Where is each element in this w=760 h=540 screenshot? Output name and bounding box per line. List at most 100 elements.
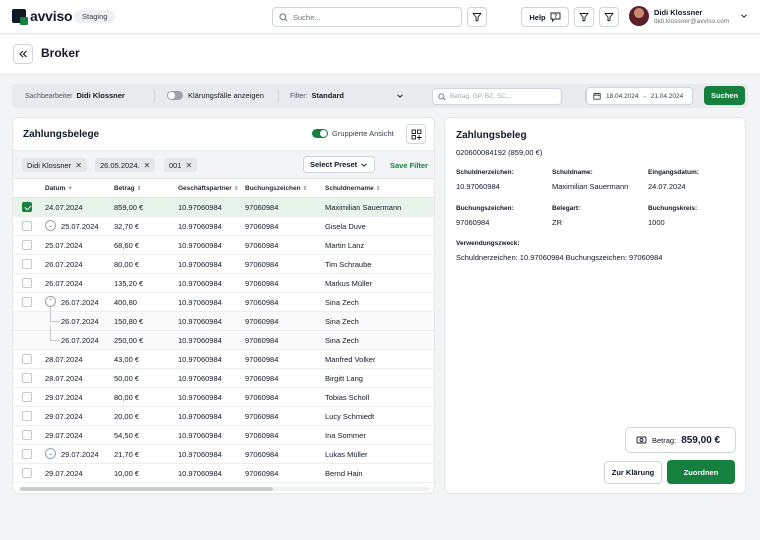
cell-amount: 32,70 €: [114, 222, 140, 231]
expand-chevron-icon[interactable]: ⌄: [45, 220, 56, 231]
filter-preset-select[interactable]: Filter: Standard: [290, 91, 344, 100]
cell-debtor: Markus Müller: [325, 279, 373, 288]
cell-debtor: Tobias Scholl: [325, 393, 370, 402]
close-icon[interactable]: ✕: [144, 161, 151, 170]
clarification-toggle[interactable]: [167, 91, 183, 100]
clerk-value: Didi Klossner: [76, 91, 125, 100]
help-button[interactable]: Help ?: [521, 7, 569, 27]
booking-circle-value: 1000: [648, 218, 665, 227]
back-button[interactable]: [13, 44, 33, 64]
scrollbar-thumb[interactable]: [20, 487, 273, 491]
row-checkbox[interactable]: [22, 202, 32, 212]
filter-chip[interactable]: 001 ✕: [164, 158, 198, 172]
table-row[interactable]: ⌄ 29.07.2024 21,70 € 10.97060984 97060984 Luk…: [13, 445, 434, 464]
expand-chevron-icon[interactable]: ⌄: [45, 448, 56, 459]
cell-partner: 10.97060984: [178, 279, 222, 288]
grouped-view-toggle[interactable]: [312, 129, 328, 138]
table-row[interactable]: 24.07.2024 859,00 € 10.97060984 97060984 Max…: [13, 198, 434, 217]
divider: [154, 90, 155, 102]
cell-partner: 10.97060984: [178, 298, 222, 307]
cell-amount: 54,50 €: [114, 431, 140, 440]
row-checkbox[interactable]: [22, 297, 32, 307]
global-search-input[interactable]: Suche...: [272, 7, 462, 27]
table-row[interactable]: 29.07.2024 80,00 € 10.97060984 97060984 Tobi…: [13, 388, 434, 407]
date-range-picker[interactable]: 18.04.2024 - 21.04.2024: [586, 87, 693, 105]
row-checkbox[interactable]: [22, 221, 32, 231]
tree-connector: [50, 326, 60, 341]
cell-partner: 10.97060984: [178, 469, 222, 478]
table-row[interactable]: ⌄ 25.07.2024 32,70 € 10.97060984 97060984 Gis…: [13, 217, 434, 236]
filter-button-2[interactable]: [574, 7, 594, 27]
table-row[interactable]: 26.07.2024 80,00 € 10.97060984 97060984 Tim …: [13, 255, 434, 274]
column-partner[interactable]: Geschäftspartner ⇕: [178, 185, 239, 192]
top-bar: avviso Staging Suche... Help ? Didi Klos…: [0, 0, 760, 34]
grid-settings-icon: [411, 129, 422, 140]
clerk-select[interactable]: Sachbearbeiter Didi Klossner: [25, 91, 125, 100]
table-row[interactable]: 28.07.2024 43,00 € 10.97060984 97060984 Manf…: [13, 350, 434, 369]
cell-amount: 20,00 €: [114, 412, 140, 421]
column-amount[interactable]: Betrag ⇕: [114, 185, 142, 192]
cell-amount: 68,60 €: [114, 241, 140, 250]
global-filter-button[interactable]: [467, 7, 487, 27]
cell-debtor: Bernd Hain: [325, 469, 363, 478]
cell-amount: 50,00 €: [114, 374, 140, 383]
cell-date: 26.07.2024: [61, 317, 99, 326]
sort-icon: ⇕: [302, 186, 308, 192]
select-preset-dropdown[interactable]: Select Preset: [303, 156, 375, 173]
cell-amount: 43,00 €: [114, 355, 140, 364]
row-checkbox[interactable]: [22, 430, 32, 440]
filter-search-input[interactable]: Betrag, GP, BZ, SC...: [432, 88, 562, 105]
cell-date: 28.07.2024: [45, 355, 83, 364]
clarify-button[interactable]: Zur Klärung: [604, 461, 662, 484]
sort-icon: ⇕: [375, 186, 381, 192]
horizontal-scrollbar[interactable]: [20, 487, 430, 491]
cell-debtor: Sina Zech: [325, 317, 359, 326]
cell-partner: 10.97060984: [178, 241, 222, 250]
receipt-date-label: Eingangsdatum:: [648, 169, 699, 176]
row-checkbox[interactable]: [22, 411, 32, 421]
filter-button-3[interactable]: [599, 7, 619, 27]
table-row[interactable]: 26.07.2024 250,00 € 10.97060984 97060984 Sin…: [13, 326, 434, 350]
table-row[interactable]: 25.07.2024 68,60 € 10.97060984 97060984 Mart…: [13, 236, 434, 255]
layout-settings-button[interactable]: [406, 124, 426, 144]
table-row[interactable]: 29.07.2024 54,50 € 10.97060984 97060984 Ina …: [13, 426, 434, 445]
cell-date: 29.07.2024: [45, 412, 83, 421]
column-booking[interactable]: Buchungszeichen ⇕: [245, 185, 308, 192]
column-date[interactable]: Datum ▼: [45, 185, 73, 192]
close-icon[interactable]: ✕: [75, 161, 82, 170]
assign-button[interactable]: Zuordnen: [667, 460, 735, 484]
table-row[interactable]: 29.07.2024 10,00 € 10.97060984 97060984 Bern…: [13, 464, 434, 483]
document-type-label: Belegart:: [552, 205, 581, 212]
purpose-value: Schuldnerzeichen: 10.97060984 Buchungsze…: [456, 253, 663, 262]
row-checkbox[interactable]: [22, 240, 32, 250]
table-row[interactable]: 26.07.2024 150,80 € 10.97060984 97060984 Sin…: [13, 307, 434, 331]
cell-partner: 10.97060984: [178, 336, 222, 345]
row-checkbox[interactable]: [22, 278, 32, 288]
table-row[interactable]: 29.07.2024 20,00 € 10.97060984 97060984 Lucy…: [13, 407, 434, 426]
save-filter-button[interactable]: Save Filter: [390, 161, 428, 170]
filter-chip[interactable]: Didi Klossner ✕: [22, 158, 87, 172]
table-row[interactable]: ⌃ 26.07.2024 400,80 10.97060984 97060984 Sina…: [13, 293, 434, 312]
row-checkbox[interactable]: [22, 354, 32, 364]
column-debtor[interactable]: Schuldnername ⇕: [325, 185, 381, 192]
row-checkbox[interactable]: [22, 468, 32, 478]
user-menu[interactable]: Didi Klossner didi.klossner@avviso.com: [629, 6, 748, 26]
cell-booking: 97060984: [245, 393, 279, 402]
cell-debtor: Ina Sommer: [325, 431, 366, 440]
row-checkbox[interactable]: [22, 449, 32, 459]
logo[interactable]: avviso: [12, 8, 73, 25]
cell-partner: 10.97060984: [178, 374, 222, 383]
chip-label: Didi Klossner: [27, 160, 72, 170]
close-icon[interactable]: ✕: [186, 161, 193, 170]
row-checkbox[interactable]: [22, 373, 32, 383]
table-row[interactable]: 26.07.2024 135,20 € 10.97060984 97060984 Mar…: [13, 274, 434, 293]
chevron-down-icon: [397, 94, 403, 98]
table-row[interactable]: 28.07.2024 50,00 € 10.97060984 97060984 Birg…: [13, 369, 434, 388]
row-checkbox[interactable]: [22, 259, 32, 269]
collapse-chevron-icon[interactable]: ⌃: [45, 296, 56, 307]
filter-chip[interactable]: 26.05.2024. ✕: [95, 158, 156, 172]
search-button[interactable]: Suchen: [704, 86, 745, 105]
chat-help-icon: ?: [550, 12, 561, 22]
table-body: 24.07.2024 859,00 € 10.97060984 97060984 Max…: [13, 198, 434, 483]
row-checkbox[interactable]: [22, 392, 32, 402]
